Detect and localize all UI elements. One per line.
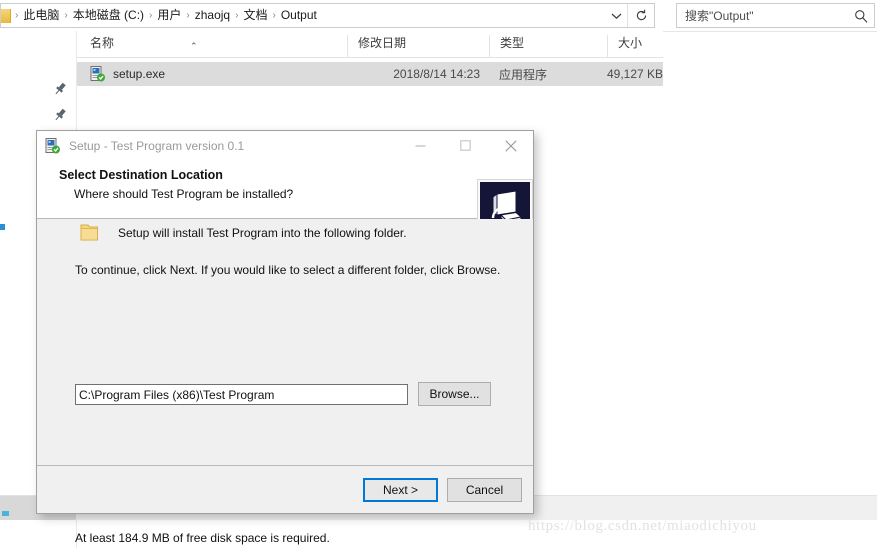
status-accent-fragment bbox=[2, 511, 9, 516]
column-header-size-label: 大小 bbox=[618, 36, 643, 50]
dialog-body: Setup will install Test Program into the… bbox=[37, 219, 533, 545]
breadcrumb: › 此电脑 › 本地磁盘 (C:) › 用户 › zhaojq › 文档 › O… bbox=[11, 5, 605, 26]
breadcrumb-item-zhaojq[interactable]: zhaojq bbox=[191, 5, 234, 26]
file-name-cell: setup.exe bbox=[77, 66, 347, 82]
minimize-icon[interactable] bbox=[398, 132, 443, 160]
breadcrumb-item-documents[interactable]: 文档 bbox=[239, 5, 271, 26]
file-name-label: setup.exe bbox=[113, 67, 166, 81]
breadcrumb-address-box[interactable]: › 此电脑 › 本地磁盘 (C:) › 用户 › zhaojq › 文档 › O… bbox=[0, 3, 655, 28]
refresh-icon[interactable] bbox=[627, 4, 654, 27]
watermark-text: https://blog.csdn.net/miaodichiyou bbox=[528, 518, 757, 534]
dialog-title: Setup - Test Program version 0.1 bbox=[69, 138, 245, 153]
close-icon[interactable] bbox=[488, 132, 533, 160]
browse-button[interactable]: Browse... bbox=[418, 382, 491, 406]
file-list-header: 名称 ⌃ 修改日期 类型 大小 bbox=[77, 31, 663, 58]
setup-exe-icon bbox=[45, 137, 61, 154]
search-input[interactable]: 搜索"Output" bbox=[677, 7, 848, 24]
pin-icon[interactable] bbox=[52, 107, 68, 123]
chevron-down-icon[interactable] bbox=[605, 4, 627, 27]
breadcrumb-item-output[interactable]: Output bbox=[277, 5, 321, 26]
dialog-header: Select Destination Location Where should… bbox=[37, 160, 533, 236]
table-row[interactable]: setup.exe 2018/8/14 14:23 应用程序 49,127 KB bbox=[77, 62, 663, 86]
install-instruction-line: To continue, click Next. If you would li… bbox=[75, 263, 501, 277]
file-size-cell: 49,127 KB bbox=[607, 67, 663, 81]
breadcrumb-item-local-disk-c[interactable]: 本地磁盘 (C:) bbox=[69, 5, 148, 26]
exe-file-icon bbox=[90, 66, 106, 82]
search-icon[interactable] bbox=[848, 9, 874, 23]
column-header-date[interactable]: 修改日期 bbox=[347, 35, 489, 57]
column-header-date-label: 修改日期 bbox=[358, 36, 407, 50]
cancel-button[interactable]: Cancel bbox=[447, 478, 522, 502]
breadcrumb-item-this-pc[interactable]: 此电脑 bbox=[19, 5, 63, 26]
sort-ascending-icon: ⌃ bbox=[190, 41, 198, 51]
file-type-cell: 应用程序 bbox=[499, 67, 548, 82]
breadcrumb-item-users[interactable]: 用户 bbox=[153, 5, 185, 26]
pin-icon[interactable] bbox=[52, 81, 68, 97]
dialog-title-bar[interactable]: Setup - Test Program version 0.1 bbox=[37, 131, 533, 160]
nav-tree-fragment bbox=[0, 224, 5, 230]
column-header-type[interactable]: 类型 bbox=[489, 35, 607, 57]
column-header-name[interactable]: 名称 ⌃ bbox=[77, 35, 347, 57]
column-header-size[interactable]: 大小 bbox=[607, 35, 663, 57]
disk-space-note: At least 184.9 MB of free disk space is … bbox=[75, 531, 330, 545]
next-button[interactable]: Next > bbox=[363, 478, 438, 502]
dialog-footer: Next > Cancel bbox=[37, 465, 533, 513]
setup-dialog: Setup - Test Program version 0.1 Select … bbox=[36, 130, 534, 545]
file-date-cell: 2018/8/14 14:23 bbox=[393, 67, 480, 81]
column-header-name-label: 名称 bbox=[90, 36, 115, 50]
destination-path-input[interactable] bbox=[75, 384, 408, 405]
maximize-icon[interactable] bbox=[443, 132, 488, 160]
address-bar: › 此电脑 › 本地磁盘 (C:) › 用户 › zhaojq › 文档 › O… bbox=[0, 0, 877, 32]
search-box[interactable]: 搜索"Output" bbox=[676, 3, 875, 28]
folder-icon bbox=[1, 8, 11, 23]
column-header-type-label: 类型 bbox=[500, 36, 525, 50]
page-subtitle: Where should Test Program be installed? bbox=[74, 187, 294, 201]
folder-icon bbox=[79, 222, 101, 244]
install-info-line: Setup will install Test Program into the… bbox=[118, 226, 407, 240]
page-title: Select Destination Location bbox=[59, 168, 223, 182]
